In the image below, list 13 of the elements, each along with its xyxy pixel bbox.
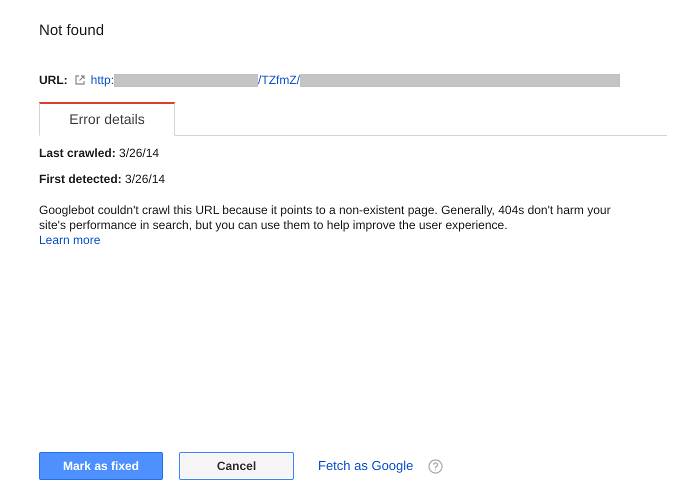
- help-icon[interactable]: [428, 458, 444, 474]
- fetch-link[interactable]: Fetch as Google: [318, 456, 414, 476]
- page-title: Not found: [39, 22, 106, 40]
- url-link[interactable]: http:: [90, 71, 114, 89]
- learn-more-link[interactable]: Learn more: [39, 233, 100, 248]
- tab[interactable]: Error details: [39, 102, 175, 136]
- url-label: URL:: [39, 72, 68, 89]
- detail-line: Last crawled: 3/26/14: [39, 145, 160, 161]
- url-link[interactable]: /TZfmZ/: [258, 71, 300, 89]
- action-button[interactable]: Cancel: [179, 452, 294, 480]
- detail-line: First detected: 3/26/14: [39, 171, 166, 187]
- description-text: Googlebot couldn't crawl this URL because it points to a non-existent page. Generally, 404s don't harm your site's performance in search, but you can use them to help improve the user experience.: [39, 203, 612, 233]
- external-link-icon: [74, 75, 85, 85]
